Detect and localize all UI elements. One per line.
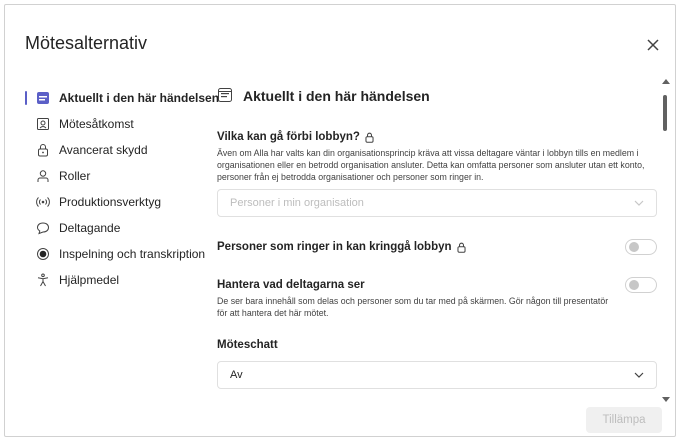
manage-view-label: Hantera vad deltagarna ser (217, 279, 365, 291)
sidebar-item-recording[interactable]: Inspelning och transkription (25, 241, 215, 267)
event-icon (35, 90, 51, 106)
person-icon (35, 168, 51, 184)
record-icon (35, 246, 51, 262)
sidebar-item-meeting-access[interactable]: Mötesåtkomst (25, 111, 215, 137)
chat-icon (35, 220, 51, 236)
dial-in-toggle[interactable] (625, 239, 657, 255)
sidebar-item-advanced-protection[interactable]: Avancerat skydd (25, 137, 215, 163)
sidebar-item-roles[interactable]: Roller (25, 163, 215, 189)
sidebar-item-current-event[interactable]: Aktuellt i den här händelsen (25, 85, 219, 111)
lobby-select-value: Personer i min organisation (230, 197, 364, 209)
sidebar-item-label: Inspelning och transkription (59, 247, 206, 261)
lock-icon (364, 132, 375, 143)
chevron-down-icon (634, 200, 644, 206)
sidebar-item-label: Deltagande (59, 221, 121, 235)
manage-view-row: Hantera vad deltagarna ser (217, 277, 657, 293)
sidebar-nav: Aktuellt i den här händelsen Mötesåtkoms… (25, 85, 219, 293)
manage-view-description: De ser bara innehåll som delas och perso… (217, 296, 609, 318)
scroll-down-icon[interactable] (662, 397, 670, 402)
active-indicator (25, 91, 27, 105)
settings-panel: Aktuellt i den här händelsen Vilka kan g… (217, 75, 657, 397)
sidebar-item-label: Aktuellt i den här händelsen (59, 91, 220, 105)
sidebar-item-label: Hjälpmedel (59, 273, 120, 287)
meeting-options-dialog: Mötesalternativ Aktuellt i den här hände… (4, 4, 676, 437)
lobby-label: Vilka kan gå förbi lobbyn? (217, 131, 657, 143)
dial-in-label: Personer som ringer in kan kringgå lobby… (217, 241, 467, 253)
chevron-down-icon (634, 372, 644, 378)
lock-icon (456, 242, 467, 253)
dialog-title: Mötesalternativ (25, 33, 148, 53)
lock-icon (35, 142, 51, 158)
broadcast-icon (35, 194, 51, 210)
manage-view-setting: Hantera vad deltagarna ser De ser bara i… (217, 277, 657, 319)
sidebar-item-label: Mötesåtkomst (59, 117, 134, 131)
lobby-label-text: Vilka kan gå förbi lobbyn? (217, 131, 360, 143)
scroll-up-icon[interactable] (662, 79, 670, 84)
accessibility-icon (35, 272, 51, 288)
lobby-description: Även om Alla har valts kan din organisat… (217, 148, 645, 182)
lobby-select[interactable]: Personer i min organisation (217, 189, 657, 217)
close-button[interactable] (643, 35, 663, 55)
section-heading: Aktuellt i den här händelsen (217, 87, 657, 105)
section-heading-text: Aktuellt i den här händelsen (243, 88, 430, 104)
sidebar-item-production-tools[interactable]: Produktionsverktyg (25, 189, 215, 215)
close-icon (647, 39, 659, 51)
sidebar-item-accessibility[interactable]: Hjälpmedel (25, 267, 215, 293)
lobby-setting: Vilka kan gå förbi lobbyn? Även om Alla … (217, 131, 657, 217)
toggle-knob (629, 242, 639, 252)
apply-button[interactable]: Tillämpa (586, 407, 662, 433)
chat-setting: Möteschatt Av (217, 339, 657, 389)
toggle-knob (629, 280, 639, 290)
chat-select[interactable]: Av (217, 361, 657, 389)
scroll-thumb[interactable] (663, 95, 667, 131)
sidebar-item-label: Avancerat skydd (59, 143, 148, 157)
chat-label: Möteschatt (217, 339, 278, 351)
manage-view-toggle[interactable] (625, 277, 657, 293)
dial-in-label-text: Personer som ringer in kan kringgå lobby… (217, 241, 452, 253)
meeting-access-icon (35, 116, 51, 132)
event-icon (217, 87, 235, 105)
sidebar-item-label: Produktionsverktyg (59, 195, 162, 209)
content-scrollbar[interactable] (661, 79, 671, 405)
sidebar-item-participation[interactable]: Deltagande (25, 215, 215, 241)
chat-select-value: Av (230, 369, 243, 381)
sidebar-item-label: Roller (59, 169, 91, 183)
dial-in-setting: Personer som ringer in kan kringgå lobby… (217, 239, 657, 255)
